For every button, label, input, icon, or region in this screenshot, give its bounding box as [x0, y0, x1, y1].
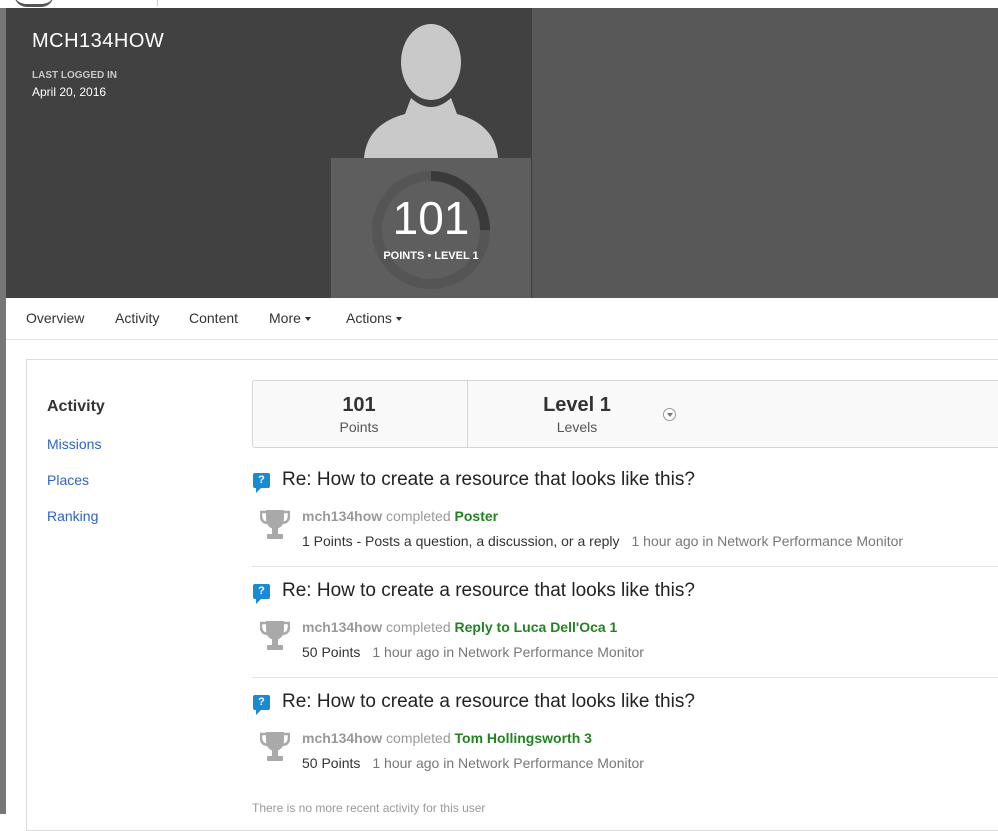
activity-title[interactable]: Re: How to create a resource that looks … [282, 691, 695, 713]
question-icon: ? [253, 473, 270, 493]
no-more-activity-note: There is no more recent activity for thi… [252, 801, 486, 815]
activity-points: 50 Points [302, 644, 361, 660]
chevron-down-icon [304, 317, 311, 322]
tab-actions[interactable]: Actions [346, 310, 402, 326]
activity-meta: 1 hour ago in Network Performance Monito… [372, 644, 644, 660]
top-separator [157, 0, 158, 6]
activity-verb: completed [386, 619, 451, 635]
activity-details: 50 Points 1 hour ago in Network Performan… [302, 755, 644, 771]
activity-summary: mch134how completed Reply to Luca Dell'O… [302, 619, 617, 635]
activity-user[interactable]: mch134how [302, 730, 382, 746]
tab-activity[interactable]: Activity [115, 310, 159, 326]
activity-divider [252, 677, 998, 678]
activity-badge[interactable]: Tom Hollingsworth 3 [455, 730, 592, 746]
tab-actions-label: Actions [346, 310, 392, 326]
stats-bar: 101 Points Level 1 Levels [252, 380, 998, 448]
site-logo[interactable] [14, 0, 54, 7]
sidebar-item-activity[interactable]: Activity [47, 398, 105, 416]
trophy-icon [260, 732, 290, 761]
activity-summary: mch134how completed Tom Hollingsworth 3 [302, 730, 592, 746]
points-box: 101 POINTS • LEVEL 1 [331, 158, 531, 298]
stats-level-label: Levels [556, 419, 598, 435]
activity-details: 50 Points 1 hour ago in Network Performan… [302, 644, 644, 660]
avatar-icon[interactable] [361, 20, 501, 158]
top-strip [0, 0, 998, 8]
activity-verb: completed [386, 730, 451, 746]
last-logged-date: April 20, 2016 [32, 85, 107, 99]
activity-title[interactable]: Re: How to create a resource that looks … [282, 469, 695, 491]
chevron-down-icon [395, 317, 402, 322]
activity-badge[interactable]: Reply to Luca Dell'Oca 1 [455, 619, 618, 635]
trophy-icon [260, 621, 290, 650]
activity-meta: 1 hour ago in Network Performance Monito… [372, 755, 644, 771]
stats-level-value: Level 1 [543, 394, 611, 416]
activity-verb: completed [386, 508, 451, 524]
last-logged-label: LAST LOGGED IN [32, 70, 117, 81]
levels-dropdown-icon[interactable] [663, 408, 676, 421]
activity-badge[interactable]: Poster [455, 508, 499, 524]
activity-title[interactable]: Re: How to create a resource that looks … [282, 580, 695, 602]
activity-user[interactable]: mch134how [302, 508, 382, 524]
points-value: 101 [392, 192, 470, 244]
stats-points-label: Points [339, 419, 379, 435]
profile-header-left: MCH134HOW LAST LOGGED IN April 20, 2016 … [6, 8, 532, 298]
question-icon: ? [253, 584, 270, 604]
activity-divider [252, 566, 998, 567]
trophy-icon [260, 510, 290, 539]
tab-more[interactable]: More [269, 310, 311, 326]
activity-meta: 1 hour ago in Network Performance Monito… [631, 533, 904, 549]
sidebar-item-missions[interactable]: Missions [47, 436, 101, 452]
profile-nav: Overview Activity Content More Actions [6, 298, 998, 340]
sidebar-item-places[interactable]: Places [47, 472, 89, 488]
question-icon: ? [253, 695, 270, 715]
activity-points: 50 Points [302, 755, 361, 771]
profile-username: MCH134HOW [32, 30, 165, 52]
tab-more-label: More [269, 310, 301, 326]
sidebar-item-ranking[interactable]: Ranking [47, 508, 98, 524]
tab-overview[interactable]: Overview [26, 310, 84, 326]
profile-header: MCH134HOW LAST LOGGED IN April 20, 2016 … [6, 8, 998, 298]
activity-user[interactable]: mch134how [302, 619, 382, 635]
tab-content[interactable]: Content [189, 310, 238, 326]
points-level-label: POINTS • LEVEL 1 [383, 250, 479, 262]
stats-points-value: 101 [342, 394, 376, 416]
activity-details: 1 Points - Posts a question, a discussio… [302, 533, 903, 549]
activity-points: 1 Points - Posts a question, a discussio… [302, 533, 620, 549]
activity-summary: mch134how completed Poster [302, 508, 498, 524]
